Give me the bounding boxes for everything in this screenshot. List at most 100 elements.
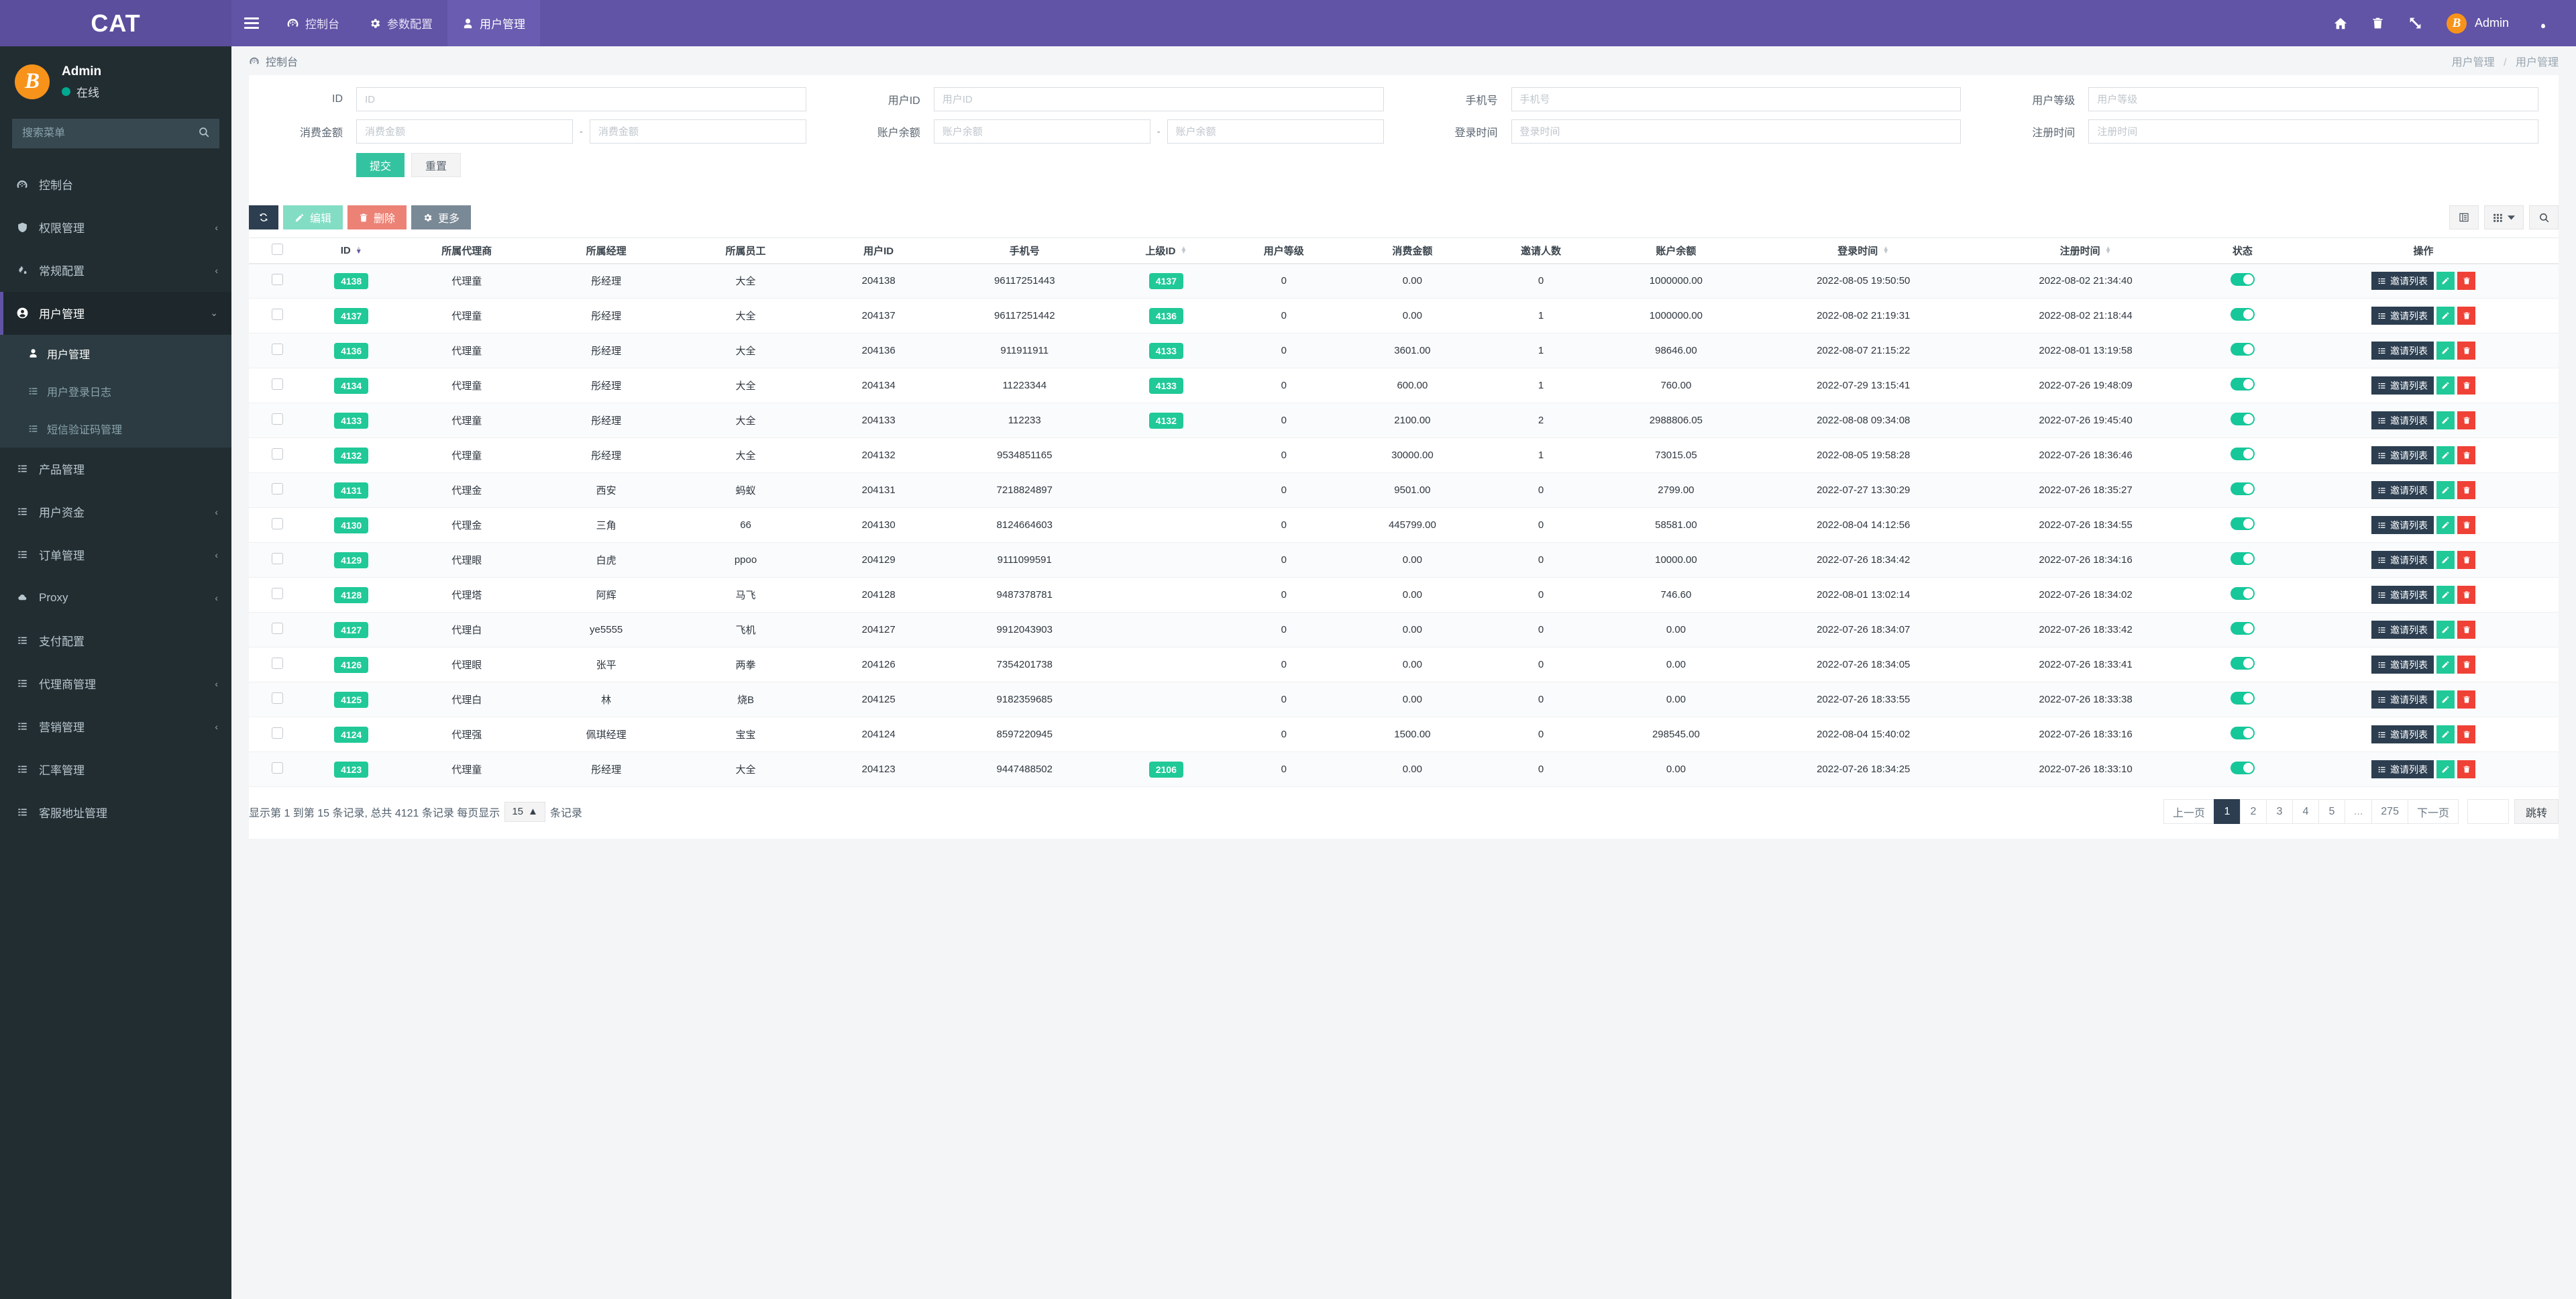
th-balance[interactable]: 账户余额 (1599, 238, 1753, 264)
home-icon[interactable] (2322, 0, 2359, 46)
status-toggle[interactable] (2230, 762, 2255, 774)
sidebar-subitem-login-log[interactable]: 用户登录日志 (0, 372, 231, 410)
columns-toggle-button[interactable] (2449, 205, 2479, 229)
table-row[interactable]: 4136 代理童 彤经理 大全 204136 911911911 4133 0 3601.00 1… (249, 333, 2559, 368)
pagination-prev[interactable]: 上一页 (2163, 799, 2214, 824)
status-toggle[interactable] (2230, 587, 2255, 600)
table-row[interactable]: 4134 代理童 彤经理 大全 204134 11223344 4133 0 600.00 1 76… (249, 368, 2559, 403)
table-row[interactable]: 4126 代理眼 张平 两拳 204126 7354201738 0 0.00 0 0.00 202… (249, 647, 2559, 682)
id-input[interactable] (356, 87, 806, 111)
row-delete-button[interactable] (2457, 725, 2476, 743)
row-edit-button[interactable] (2436, 307, 2455, 325)
delete-button[interactable]: 删除 (347, 205, 407, 229)
row-edit-button[interactable] (2436, 481, 2455, 499)
table-row[interactable]: 4130 代理金 三角 66 204130 8124664603 0 445799.00 0 58… (249, 507, 2559, 543)
phone-input[interactable] (1511, 87, 1962, 111)
logintime-input[interactable] (1511, 119, 1962, 144)
row-delete-button[interactable] (2457, 516, 2476, 534)
invite-list-button[interactable]: 邀请列表 (2371, 376, 2434, 395)
row-delete-button[interactable] (2457, 481, 2476, 499)
table-row[interactable]: 4129 代理眼 白虎 ppoo 204129 9111099591 0 0.00 0 10000… (249, 542, 2559, 578)
page-size-select[interactable]: 15 ▲ (504, 801, 545, 822)
page-jump-button[interactable]: 跳转 (2514, 799, 2559, 824)
row-edit-button[interactable] (2436, 621, 2455, 639)
table-row[interactable]: 4132 代理童 彤经理 大全 204132 9534851165 0 30000.00 1 73… (249, 437, 2559, 473)
top-tab-users[interactable]: 用户管理 (447, 0, 540, 46)
row-delete-button[interactable] (2457, 446, 2476, 464)
row-edit-button[interactable] (2436, 690, 2455, 709)
balance-max-input[interactable] (1167, 119, 1384, 144)
th-staff[interactable]: 所属员工 (676, 238, 816, 264)
invite-list-button[interactable]: 邀请列表 (2371, 725, 2434, 743)
pagination-page-4[interactable]: 4 (2292, 799, 2318, 824)
row-delete-button[interactable] (2457, 760, 2476, 778)
row-delete-button[interactable] (2457, 621, 2476, 639)
status-toggle[interactable] (2230, 517, 2255, 530)
status-toggle[interactable] (2230, 622, 2255, 635)
userid-input[interactable] (933, 87, 1384, 111)
pagination-page-last[interactable]: 275 (2371, 799, 2408, 824)
th-spend[interactable]: 消费金额 (1342, 238, 1483, 264)
row-delete-button[interactable] (2457, 690, 2476, 709)
status-toggle[interactable] (2230, 308, 2255, 321)
refresh-button[interactable] (249, 205, 278, 229)
user-menu[interactable]: B Admin (2434, 13, 2521, 34)
table-row[interactable]: 4125 代理白林烧B 204125 9182359685 0 0.00 0 0.00 2022… (249, 682, 2559, 717)
invite-list-button[interactable]: 邀请列表 (2371, 481, 2434, 499)
invite-list-button[interactable]: 邀请列表 (2371, 760, 2434, 778)
status-toggle[interactable] (2230, 692, 2255, 705)
row-checkbox[interactable] (271, 413, 283, 425)
table-row[interactable]: 4124 代理强 佩琪经理 宝宝 204124 8597220945 0 1500.00 0 29… (249, 717, 2559, 752)
th-status[interactable]: 状态 (2196, 238, 2289, 264)
sidebar-subitem-sms-code[interactable]: 短信验证码管理 (0, 410, 231, 448)
row-checkbox[interactable] (271, 588, 283, 599)
trash-icon[interactable] (2359, 0, 2397, 46)
status-toggle[interactable] (2230, 552, 2255, 565)
row-checkbox[interactable] (271, 309, 283, 320)
fullscreen-icon[interactable] (2397, 0, 2434, 46)
invite-list-button[interactable]: 邀请列表 (2371, 656, 2434, 674)
pagination-next[interactable]: 下一页 (2407, 799, 2459, 824)
status-toggle[interactable] (2230, 273, 2255, 287)
row-edit-button[interactable] (2436, 376, 2455, 395)
spend-min-input[interactable] (356, 119, 573, 144)
pagination-page-5[interactable]: 5 (2318, 799, 2345, 824)
th-phone[interactable]: 手机号 (941, 238, 1108, 264)
row-checkbox[interactable] (271, 483, 283, 495)
row-checkbox[interactable] (271, 448, 283, 460)
table-row[interactable]: 4127 代理白 ye5555 飞机 204127 9912043903 0 0.00 0 0.0… (249, 612, 2559, 647)
row-delete-button[interactable] (2457, 342, 2476, 360)
page-jump-input[interactable] (2467, 799, 2509, 824)
table-row[interactable]: 4131 代理金 西安 蚂蚁 204131 7218824897 0 9501.00 0 2799… (249, 472, 2559, 508)
status-toggle[interactable] (2230, 378, 2255, 391)
row-edit-button[interactable] (2436, 342, 2455, 360)
row-edit-button[interactable] (2436, 586, 2455, 604)
row-delete-button[interactable] (2457, 272, 2476, 291)
th-parentid[interactable]: 上级ID ▲ ▼ (1107, 238, 1226, 264)
status-toggle[interactable] (2230, 657, 2255, 670)
status-toggle[interactable] (2230, 413, 2255, 425)
sidebar-user-block[interactable]: B Admin 在线 (0, 46, 231, 115)
table-row[interactable]: 4138 代理童 彤经理 大全 204138 96117251443 4137 0 0.00 0 1… (249, 263, 2559, 299)
row-edit-button[interactable] (2436, 272, 2455, 291)
breadcrumb-parent[interactable]: 用户管理 (2452, 57, 2495, 68)
th-level[interactable]: 用户等级 (1225, 238, 1343, 264)
pagination-page-3[interactable]: 3 (2265, 799, 2292, 824)
invite-list-button[interactable]: 邀请列表 (2371, 446, 2434, 464)
th-agent[interactable]: 所属代理商 (396, 238, 537, 264)
row-edit-button[interactable] (2436, 411, 2455, 429)
row-edit-button[interactable] (2436, 446, 2455, 464)
invite-list-button[interactable]: 邀请列表 (2371, 516, 2434, 534)
invite-list-button[interactable]: 邀请列表 (2371, 621, 2434, 639)
row-edit-button[interactable] (2436, 551, 2455, 569)
th-id[interactable]: ID ▲ ▼ (305, 238, 397, 264)
reset-button[interactable]: 重置 (411, 153, 462, 177)
row-checkbox[interactable] (271, 762, 283, 774)
table-row[interactable]: 4133 代理童 彤经理 大全 204133 112233 4132 0 2100.00 2 298… (249, 403, 2559, 438)
status-toggle[interactable] (2230, 448, 2255, 460)
row-edit-button[interactable] (2436, 656, 2455, 674)
row-checkbox[interactable] (271, 692, 283, 704)
row-checkbox[interactable] (271, 727, 283, 739)
th-logintime[interactable]: 登录时间 ▲ ▼ (1752, 238, 1975, 264)
table-row[interactable]: 4137 代理童 彤经理 大全 204137 96117251442 4136 0 0.00 1 1… (249, 298, 2559, 333)
